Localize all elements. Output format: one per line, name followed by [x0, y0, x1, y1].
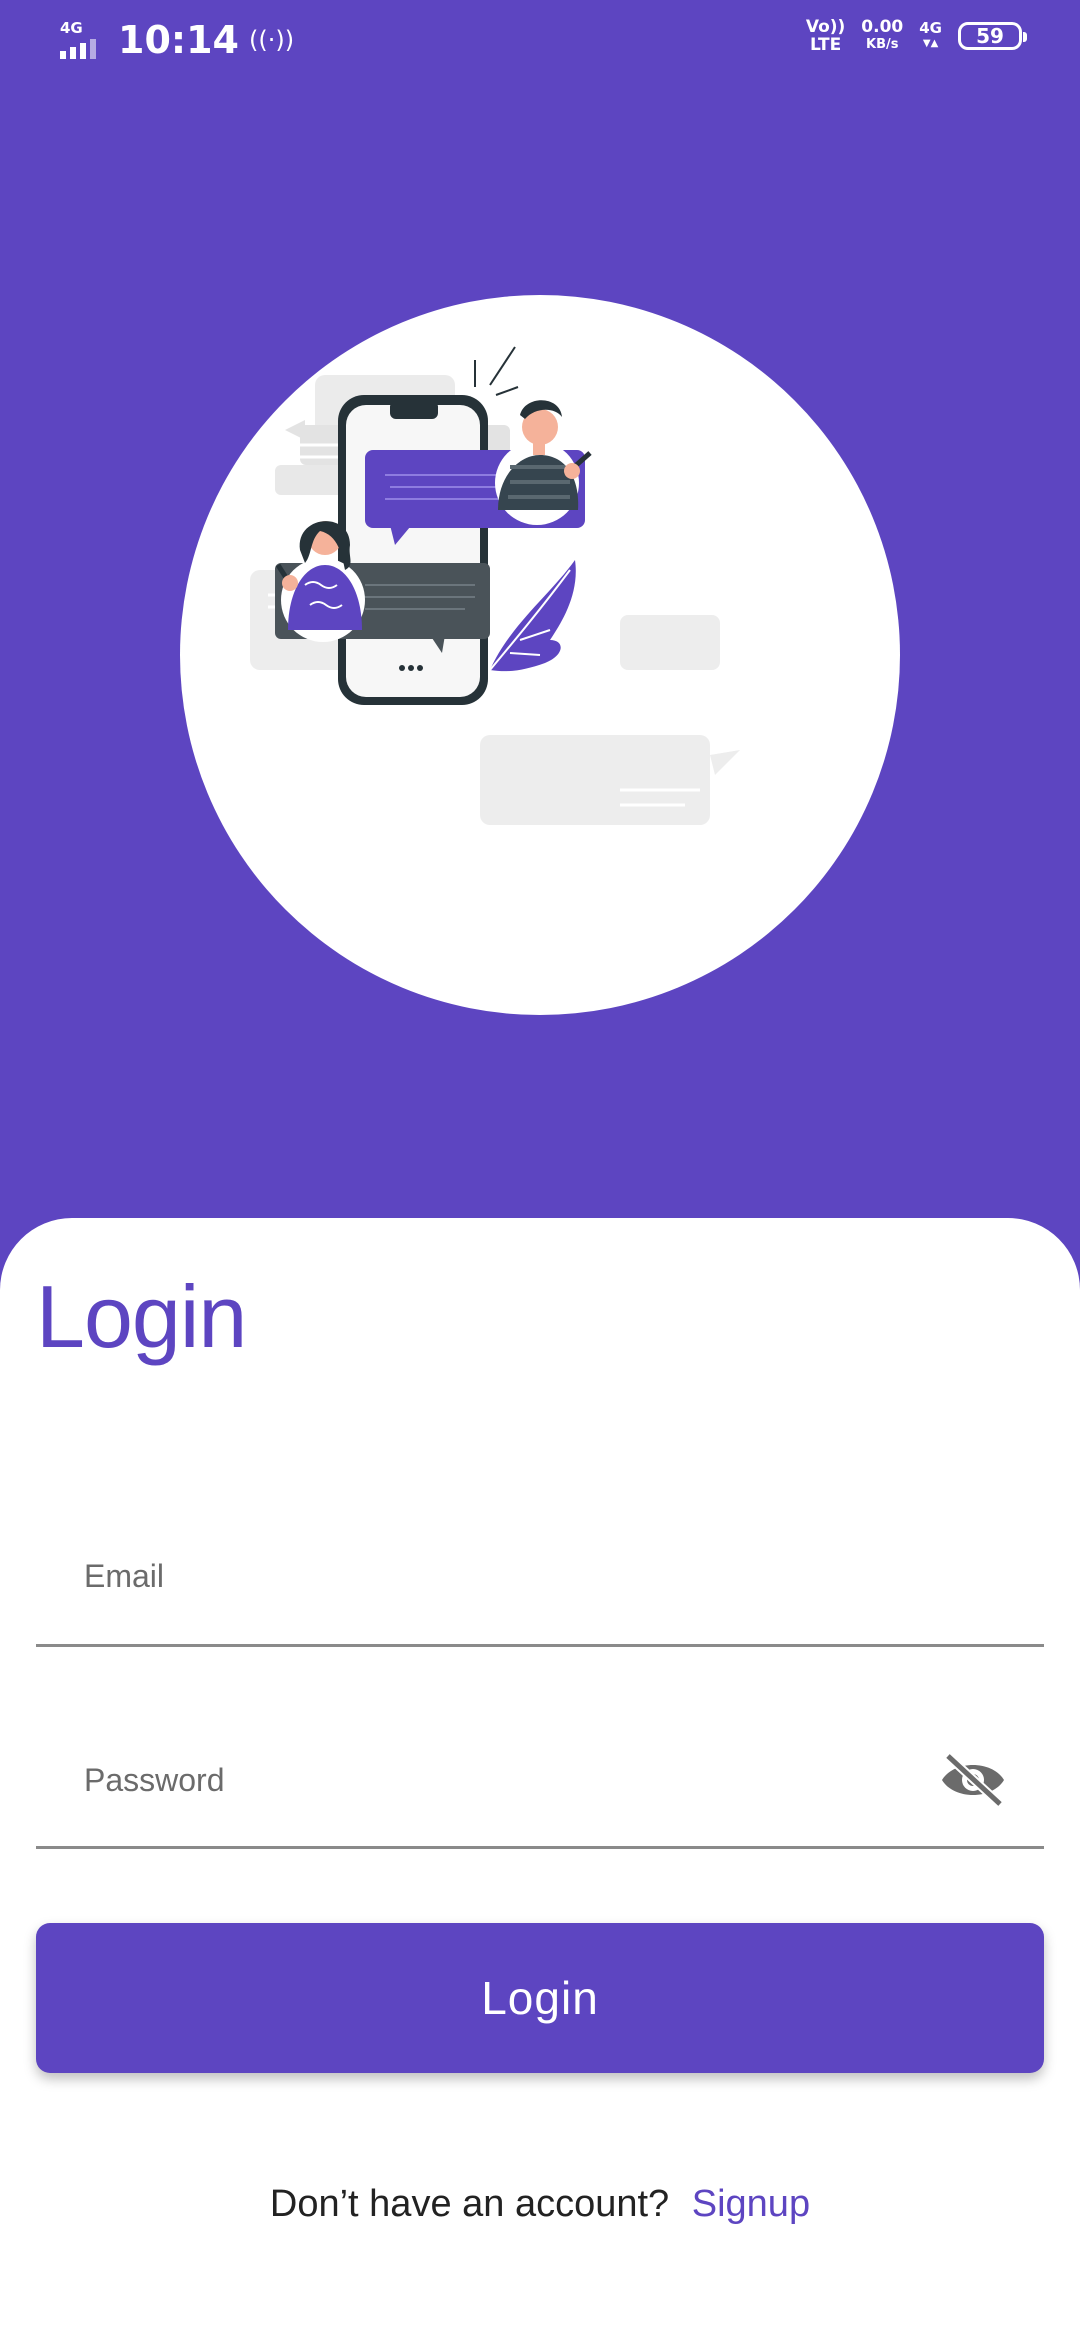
password-field[interactable] — [36, 1722, 1044, 1849]
volte-indicator: Vo)) LTE — [805, 17, 846, 55]
status-bar-right: Vo)) LTE 0.00 KB/s 4G ▼▲ 59 — [805, 17, 1027, 55]
clock: 10:14 — [118, 18, 239, 62]
signup-prompt: Don’t have an account? — [269, 2183, 670, 2225]
page-title: Login — [36, 1267, 247, 1366]
signal-icon: 4G — [58, 19, 104, 61]
login-button[interactable]: Login — [36, 1923, 1044, 2073]
eye-off-icon[interactable] — [938, 1752, 1008, 1808]
network-type: 4G — [60, 19, 83, 37]
network-speed: 0.00 KB/s — [861, 17, 904, 52]
data-indicator: 4G ▼▲ — [919, 19, 942, 49]
battery-level: 59 — [976, 24, 1004, 48]
password-input[interactable] — [84, 1750, 924, 1810]
signup-row: Don’t have an account? Signup — [0, 2183, 1080, 2226]
status-bar-left: 4G 10:14 ((·)) — [58, 18, 294, 62]
hotspot-icon: ((·)) — [248, 26, 295, 54]
email-field[interactable] — [36, 1518, 1044, 1647]
login-sheet: Login Login Don’t have an account? Signu… — [0, 1218, 1080, 2340]
chat-illustration-art — [250, 346, 740, 825]
battery-icon: 59 — [958, 22, 1027, 50]
email-input[interactable] — [84, 1546, 924, 1606]
signup-link[interactable]: Signup — [692, 2183, 810, 2225]
chat-illustration — [180, 295, 900, 1015]
status-bar: 4G 10:14 ((·)) Vo)) LTE 0.00 KB/s 4G ▼▲ … — [0, 0, 1080, 84]
